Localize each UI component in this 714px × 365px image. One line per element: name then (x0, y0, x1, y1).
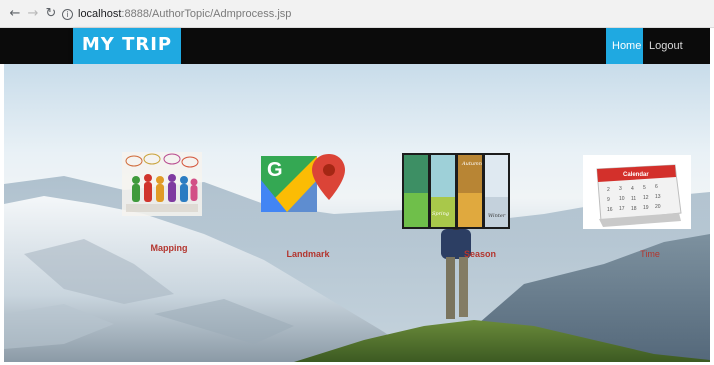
svg-text:10: 10 (619, 196, 625, 202)
url-host: localhost (78, 8, 122, 20)
page-edge (710, 28, 714, 365)
nav-home[interactable]: Home (606, 28, 643, 64)
svg-text:Calendar: Calendar (623, 172, 649, 178)
tile-time[interactable]: Calendar 2 3 4 5 6 9 10 11 12 13 16 17 18 19 20 (583, 155, 691, 229)
svg-text:Autumn: Autumn (461, 161, 482, 167)
forward-icon[interactable]: → (26, 7, 40, 21)
svg-text:11: 11 (631, 196, 636, 202)
tile-season[interactable]: Spring Autumn Winter (402, 153, 510, 229)
reload-icon[interactable]: ↻ (44, 7, 58, 21)
info-icon[interactable]: i (62, 8, 73, 20)
calendar-icon: Calendar 2 3 4 5 6 9 10 11 12 13 16 17 18 19 20 (583, 155, 691, 229)
seasons-icon: Spring Autumn Winter (402, 153, 510, 229)
svg-text:Winter: Winter (488, 213, 506, 219)
svg-text:5: 5 (643, 185, 646, 191)
tile-landmark[interactable]: G (257, 150, 345, 214)
people-speech-icon (122, 152, 202, 216)
back-icon[interactable]: ← (8, 7, 22, 21)
svg-text:20: 20 (655, 204, 661, 210)
svg-text:4: 4 (631, 186, 634, 192)
nav-logout[interactable]: Logout (644, 28, 688, 64)
svg-text:3: 3 (619, 186, 622, 192)
svg-text:18: 18 (631, 206, 637, 212)
tile-label-season: Season (463, 249, 496, 259)
svg-text:Spring: Spring (432, 211, 449, 217)
brand-logo[interactable]: MY TRIP (73, 28, 181, 68)
tile-label-time: Time (640, 249, 660, 259)
svg-text:16: 16 (607, 207, 613, 213)
svg-text:13: 13 (655, 194, 661, 200)
tile-label-landmark: Landmark (286, 249, 330, 259)
svg-text:G: G (267, 159, 283, 181)
svg-text:9: 9 (607, 197, 610, 203)
svg-text:6: 6 (655, 184, 658, 190)
google-maps-icon: G (261, 154, 345, 212)
browser-toolbar: ← → ↻ i localhost:8888/AuthorTopic/Admpr… (0, 0, 714, 28)
tile-mapping[interactable] (122, 152, 202, 216)
address-bar[interactable]: i localhost:8888/AuthorTopic/Admprocess.… (62, 5, 602, 23)
svg-text:2: 2 (607, 187, 610, 193)
url-path: :8888/AuthorTopic/Admprocess.jsp (121, 8, 292, 20)
svg-text:19: 19 (643, 205, 649, 211)
tile-label-mapping: Mapping (150, 243, 188, 253)
svg-text:17: 17 (619, 206, 625, 212)
svg-text:12: 12 (643, 195, 649, 201)
